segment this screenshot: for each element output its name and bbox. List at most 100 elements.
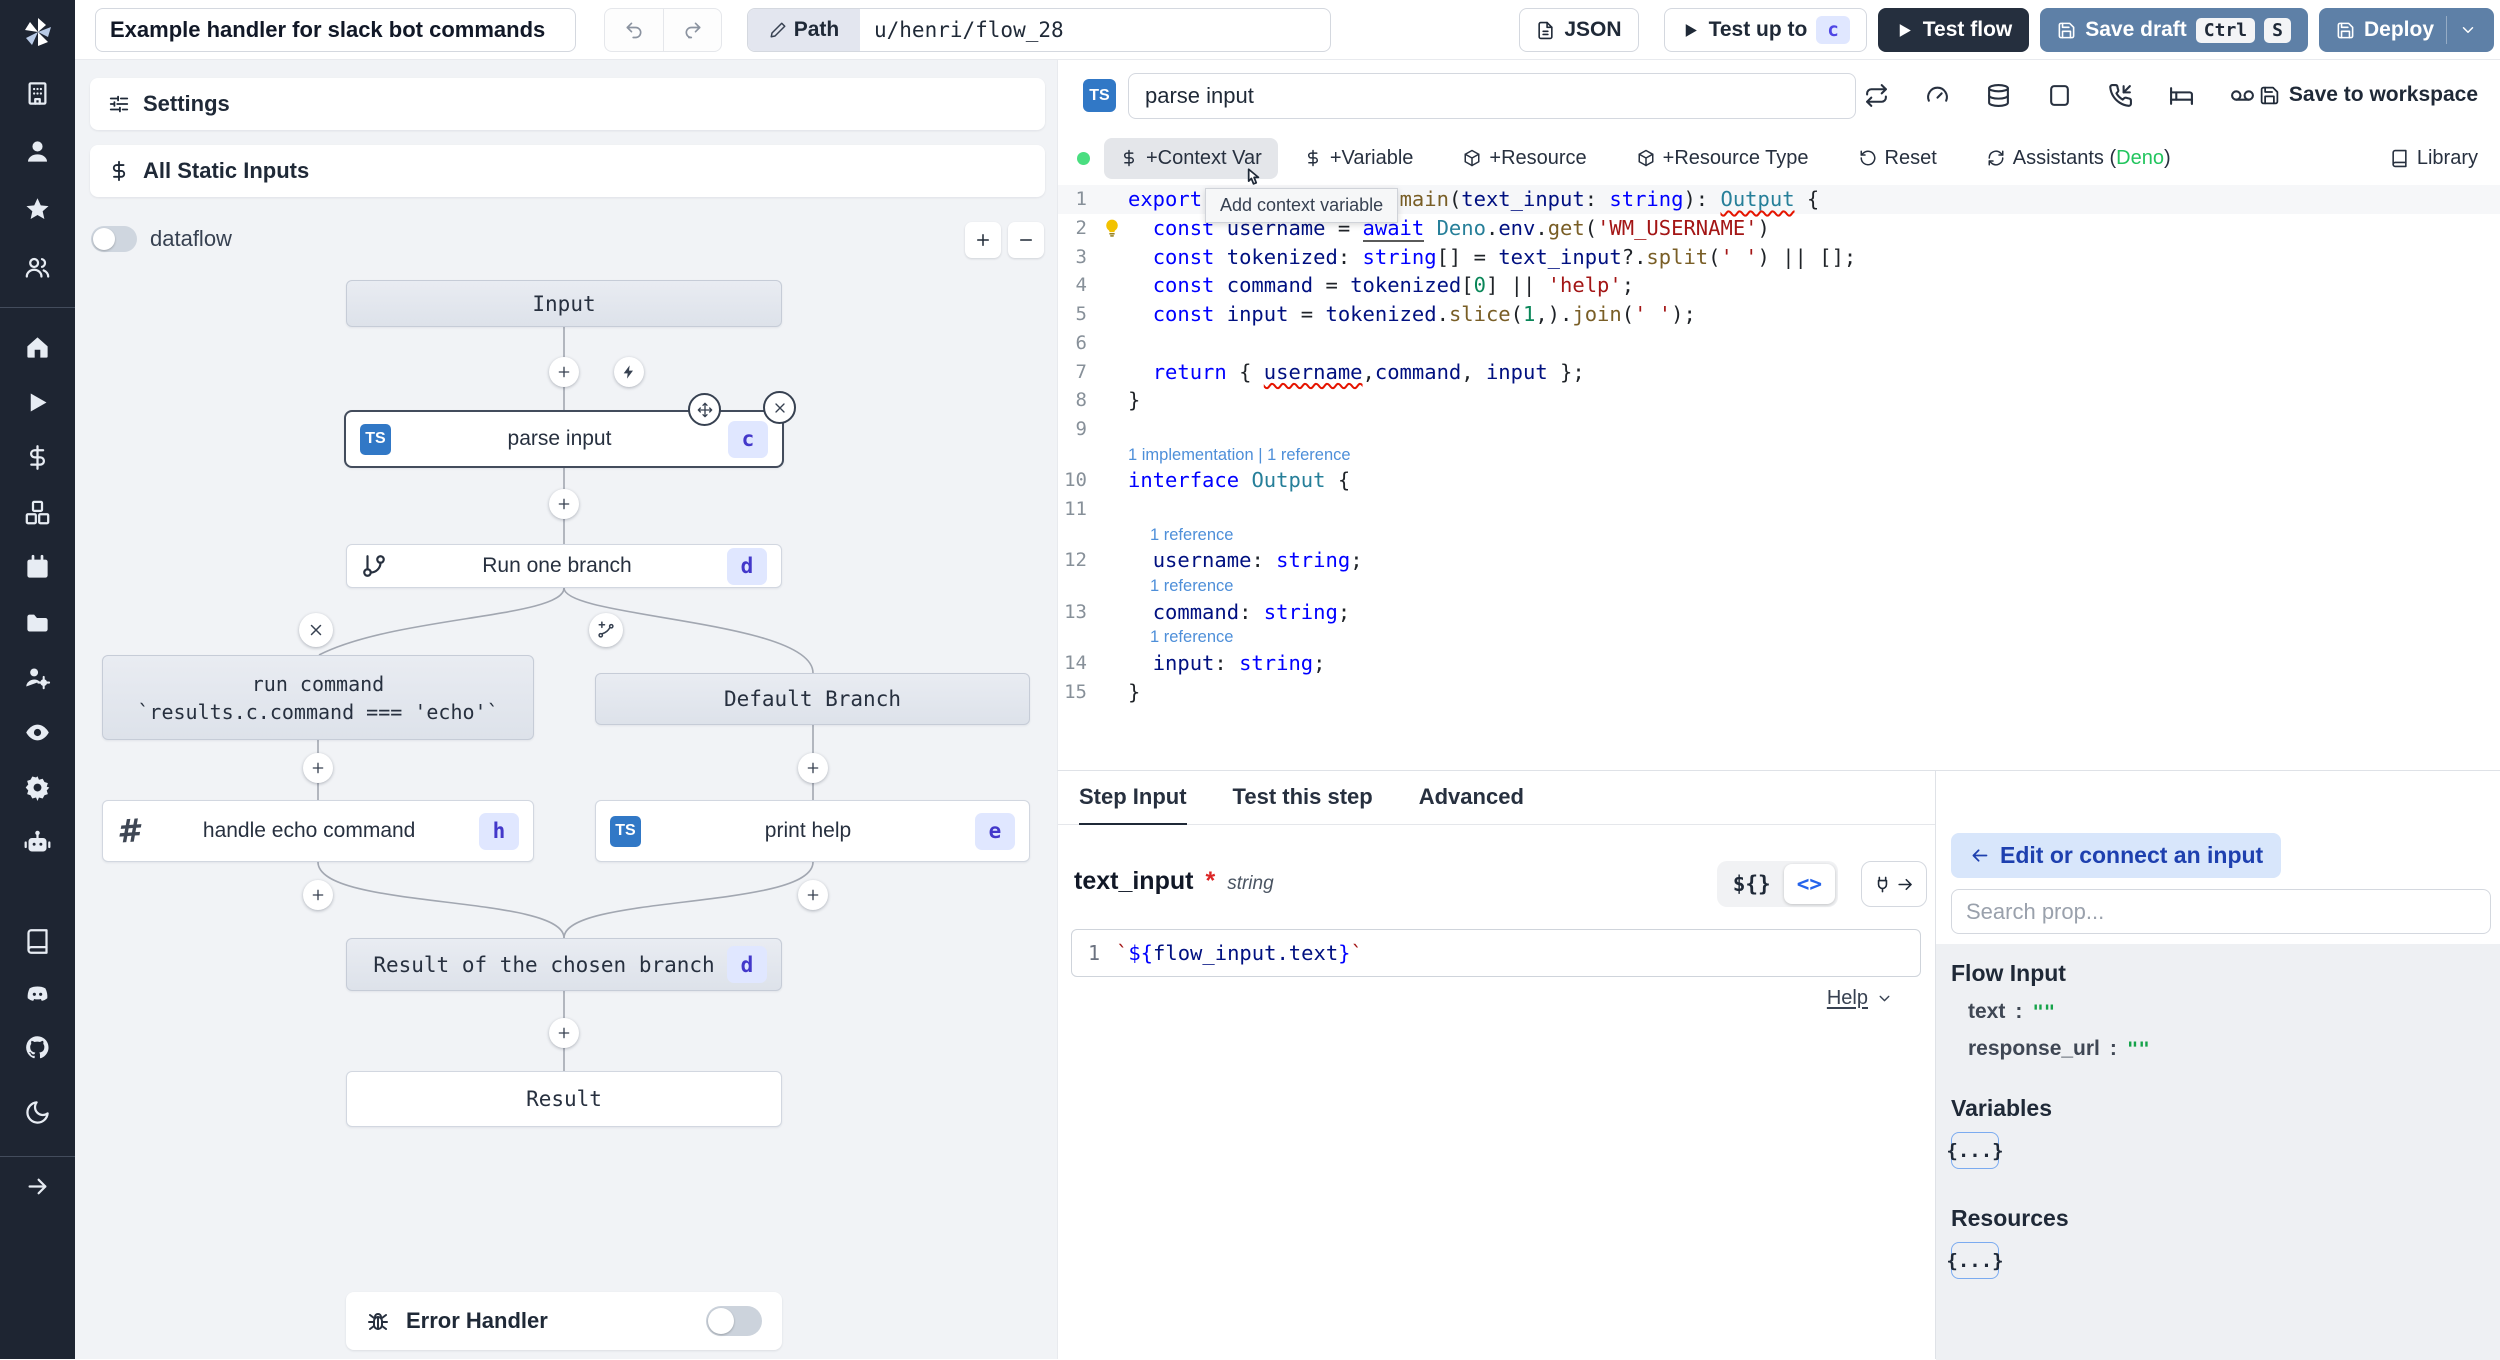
error-handler-toggle[interactable] — [706, 1306, 762, 1336]
code-line-6[interactable]: 6 — [1058, 329, 2500, 358]
dataflow-toggle[interactable] — [91, 226, 137, 252]
assistants-button[interactable]: Assistants (Deno) — [1975, 138, 2183, 179]
codelens-reference[interactable]: 1 implementation | 1 reference — [1128, 444, 1351, 466]
add-resource-button[interactable]: +Resource — [1451, 138, 1598, 179]
flow-title-input[interactable] — [95, 8, 576, 52]
redo-button[interactable] — [663, 9, 721, 51]
code-line-15[interactable]: 15} — [1058, 678, 2500, 707]
add-variable-button[interactable]: +Variable — [1292, 138, 1426, 179]
prop-text[interactable]: text : "" — [1968, 1000, 2486, 1024]
edit-or-connect-button[interactable]: Edit or connect an input — [1951, 833, 2282, 878]
node-run-one-branch[interactable]: Run one branch d — [346, 544, 782, 588]
library-button[interactable]: Library — [2390, 147, 2478, 170]
json-button[interactable]: JSON — [1519, 8, 1639, 52]
code-line-12[interactable]: 12 username: string; — [1058, 546, 2500, 575]
tab-test-this-step[interactable]: Test this step — [1233, 771, 1373, 825]
connect-input-button[interactable] — [1861, 861, 1927, 907]
dollar-icon[interactable] — [24, 444, 51, 471]
undo-button[interactable] — [605, 9, 663, 51]
code-line-3[interactable]: 3 const tokenized: string[] = text_input… — [1058, 243, 2500, 272]
test-up-to-button[interactable]: Test up to c — [1663, 8, 1867, 52]
expression-editor[interactable]: 1 `${flow_input.text}` — [1071, 929, 1921, 977]
code-line-13[interactable]: 13 command: string; — [1058, 598, 2500, 627]
code-line-14[interactable]: 14 input: string; — [1058, 649, 2500, 678]
voicemail-icon[interactable] — [2230, 83, 2255, 108]
add-resource-type-button[interactable]: +Resource Type — [1625, 138, 1821, 179]
book-icon[interactable] — [24, 928, 51, 955]
codelens-reference[interactable]: 1 reference — [1150, 524, 1233, 546]
codelens-reference[interactable]: 1 reference — [1150, 575, 1233, 597]
zoom-in-button[interactable] — [965, 222, 1001, 258]
node-result[interactable]: Result — [346, 1071, 782, 1127]
trigger-button[interactable] — [614, 357, 644, 387]
node-branch-result[interactable]: Result of the chosen branch d — [346, 938, 782, 991]
deploy-button[interactable]: Deploy — [2318, 8, 2494, 52]
code-line-4[interactable]: 4 const command = tokenized[0] || 'help'… — [1058, 271, 2500, 300]
windmill-logo-icon[interactable] — [20, 14, 56, 50]
test-flow-button[interactable]: Test flow — [1877, 8, 2030, 52]
code-line-5[interactable]: 5 const input = tokenized.slice(1,).join… — [1058, 300, 2500, 329]
tab-step-input[interactable]: Step Input — [1079, 771, 1187, 825]
move-step-button[interactable] — [688, 393, 721, 426]
user-icon[interactable] — [24, 138, 51, 165]
flow-settings-button[interactable]: Settings — [90, 78, 1045, 130]
path-value[interactable]: u/henri/flow_28 — [860, 9, 1330, 51]
step-name-input[interactable] — [1128, 73, 1856, 119]
save-draft-button[interactable]: Save draft Ctrl S — [2040, 8, 2308, 52]
reset-button[interactable]: Reset — [1847, 138, 1949, 179]
bot-icon[interactable] — [24, 829, 51, 856]
repeat-icon[interactable] — [1864, 83, 1889, 108]
add-branch-button[interactable] — [589, 613, 623, 647]
users-cog-icon[interactable] — [24, 664, 51, 691]
boxes-icon[interactable] — [24, 499, 51, 526]
node-print-help[interactable]: TS print help e — [595, 800, 1030, 862]
search-prop-input[interactable] — [1951, 889, 2491, 934]
bed-icon[interactable] — [2169, 83, 2194, 108]
remove-branch-button[interactable] — [299, 613, 333, 647]
delete-step-button[interactable] — [763, 391, 796, 424]
phone-incoming-icon[interactable] — [2108, 83, 2133, 108]
node-run-command-branch[interactable]: run command `results.c.command === 'echo… — [102, 655, 534, 740]
save-to-workspace-button[interactable]: Save to workspace — [2259, 83, 2478, 107]
error-handler-card[interactable]: Error Handler — [346, 1292, 782, 1350]
eye-icon[interactable] — [24, 719, 51, 746]
code-line-9[interactable]: 9 — [1058, 415, 2500, 444]
add-step-button[interactable] — [303, 753, 333, 783]
play-icon[interactable] — [24, 389, 51, 416]
star-icon[interactable] — [24, 196, 51, 223]
code-line-8[interactable]: 8} — [1058, 386, 2500, 415]
folder-icon[interactable] — [24, 609, 51, 636]
code-line-11[interactable]: 11 — [1058, 495, 2500, 524]
lightbulb-icon[interactable] — [1102, 218, 1122, 238]
github-icon[interactable] — [24, 1034, 51, 1061]
zoom-out-button[interactable] — [1008, 222, 1044, 258]
tab-advanced[interactable]: Advanced — [1419, 771, 1524, 825]
node-input[interactable]: Input — [346, 280, 782, 327]
database-icon[interactable] — [1986, 83, 2011, 108]
template-mode-button[interactable]: ${} — [1720, 864, 1784, 904]
add-step-button[interactable] — [549, 1018, 579, 1048]
arrow-right-icon[interactable] — [24, 1173, 51, 1200]
resources-object-button[interactable]: {...} — [1946, 1242, 2004, 1279]
variables-object-button[interactable]: {...} — [1946, 1132, 2004, 1169]
add-step-button[interactable] — [303, 880, 333, 910]
codelens-reference[interactable]: 1 reference — [1150, 626, 1233, 648]
add-step-button[interactable] — [798, 880, 828, 910]
calendar-icon[interactable] — [24, 554, 51, 581]
prop-response-url[interactable]: response_url : "" — [1968, 1037, 2486, 1061]
expression-code[interactable]: `${flow_input.text}` — [1116, 941, 1363, 965]
node-default-branch[interactable]: Default Branch — [595, 673, 1030, 725]
home-icon[interactable] — [24, 334, 51, 361]
add-step-button[interactable] — [798, 753, 828, 783]
moon-icon[interactable] — [24, 1099, 51, 1126]
code-line-7[interactable]: 7 return { username,command, input }; — [1058, 358, 2500, 387]
chevron-down-icon[interactable] — [2459, 21, 2477, 39]
discord-icon[interactable] — [24, 981, 51, 1008]
node-handle-echo-command[interactable]: # handle echo command h — [102, 800, 534, 862]
add-step-button[interactable] — [549, 357, 579, 387]
help-link[interactable]: Help — [1827, 987, 1893, 1010]
users-icon[interactable] — [24, 254, 51, 281]
building-icon[interactable] — [24, 80, 51, 107]
square-icon[interactable] — [2047, 83, 2072, 108]
settings-icon[interactable] — [24, 774, 51, 801]
